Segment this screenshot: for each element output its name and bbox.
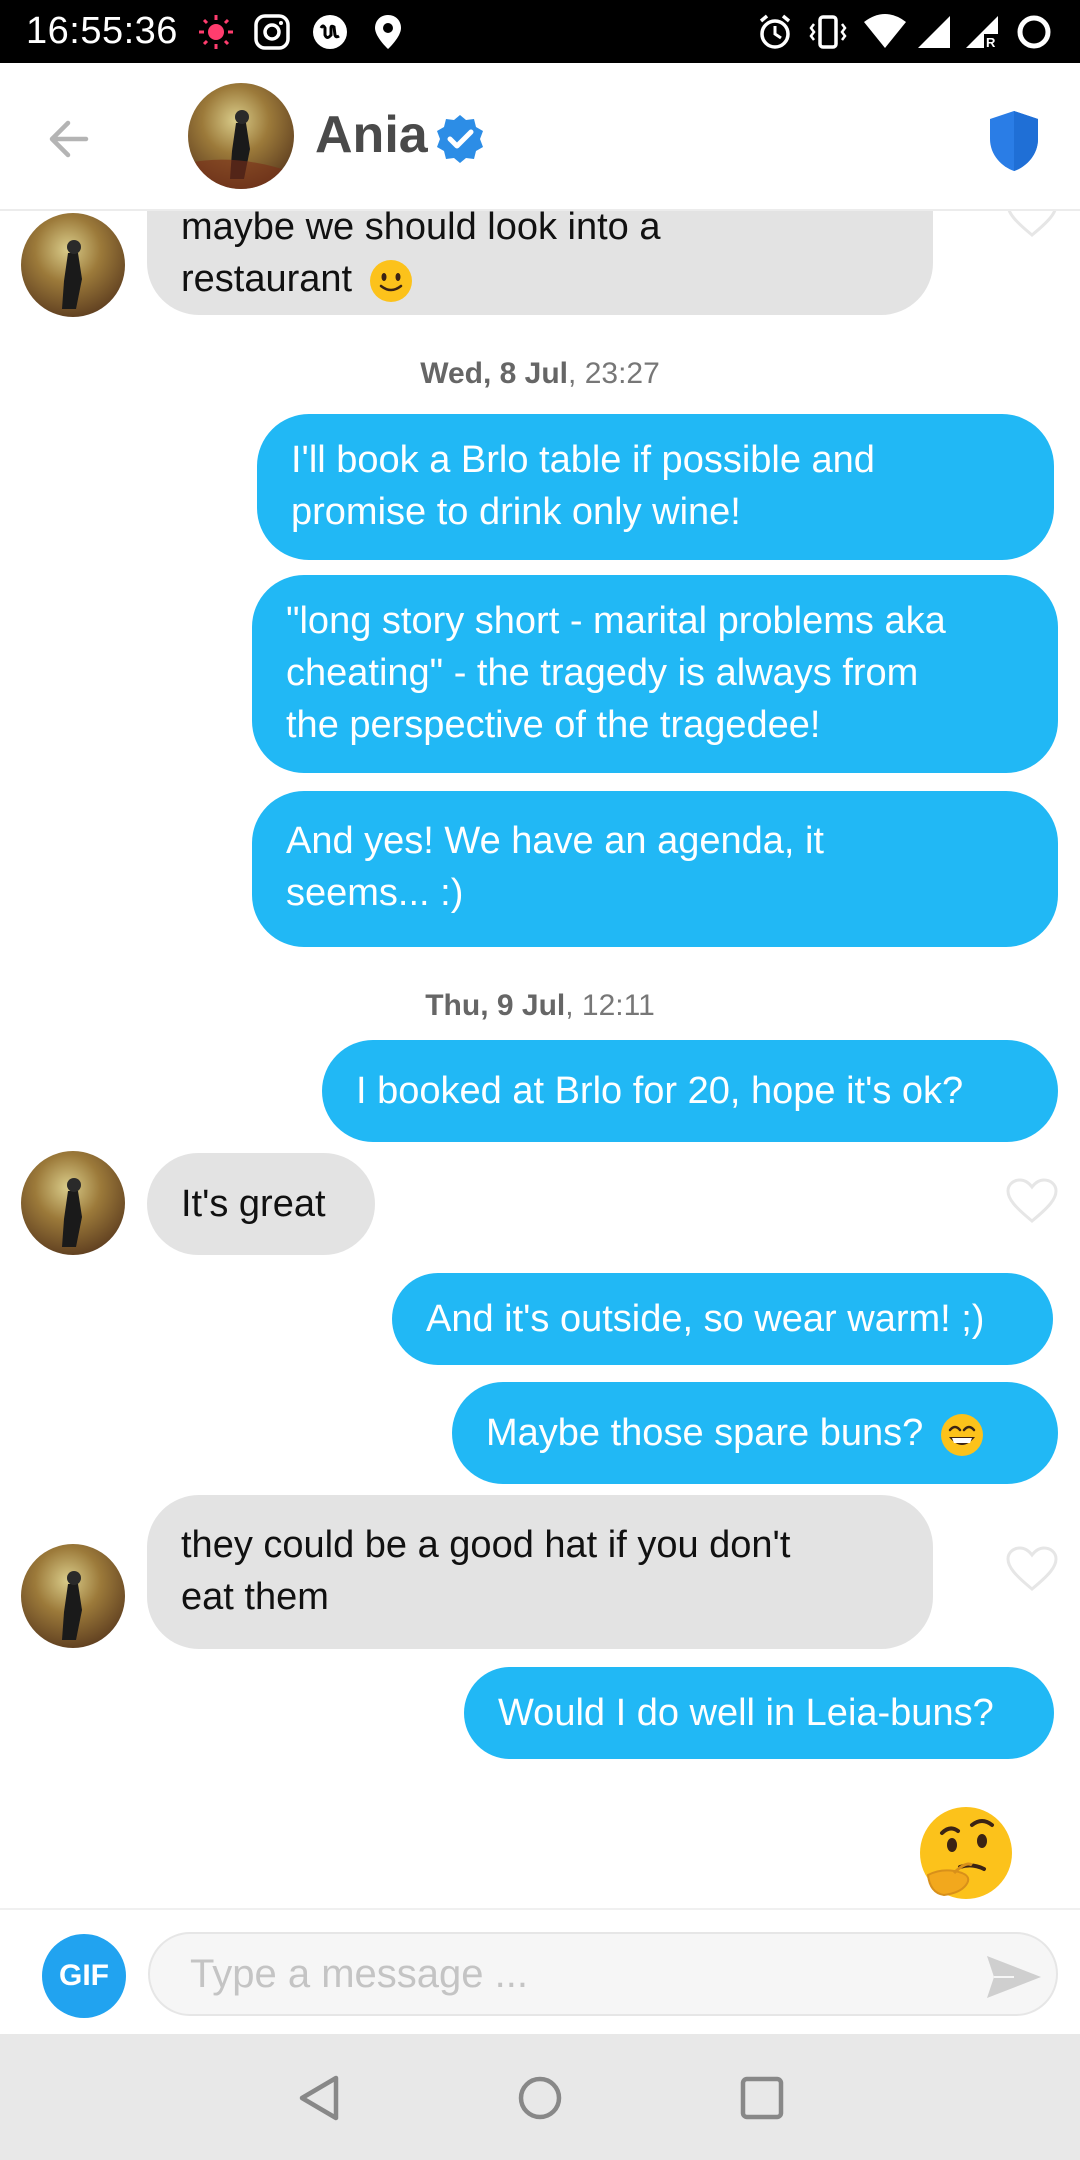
nav-recents-icon[interactable] (734, 2070, 790, 2126)
date-separator: Wed, 8 Jul, 23:27 (0, 357, 1080, 391)
message-composer: GIF (0, 1908, 1080, 2034)
message-input[interactable] (148, 1932, 1058, 2016)
message-text: And it's outside, so wear warm! ;) (426, 1298, 985, 1340)
status-bar: 16:55:36 R (0, 0, 1080, 63)
signal-roaming-icon: R (966, 16, 998, 50)
wifi-icon (864, 14, 906, 48)
contact-name[interactable]: Ania (315, 105, 428, 165)
message-text-line: the perspective of the tragedee! (286, 704, 821, 746)
safety-shield-icon[interactable] (984, 107, 1044, 175)
status-time: 16:55:36 (26, 10, 178, 52)
message-text-line: And yes! We have an agenda, it (286, 820, 824, 862)
message-text-line: "long story short - marital problems aka (286, 600, 946, 642)
message-bubble-sent[interactable]: Would I do well in Leia-buns? (464, 1667, 1054, 1759)
message-text-line: they could be a good hat if you don't (181, 1524, 791, 1566)
message-bubble-sent[interactable]: Maybe those spare buns? (452, 1382, 1058, 1484)
header-avatar[interactable] (188, 83, 294, 189)
message-bubble-received[interactable]: maybe we should look into a restaurant (147, 211, 933, 315)
vibrate-icon (809, 15, 847, 49)
verified-badge-icon (437, 115, 483, 163)
like-heart-icon[interactable] (1005, 211, 1059, 239)
message-text: Maybe those spare buns? (486, 1412, 924, 1454)
message-text-partial: maybe we should look into a (181, 211, 661, 248)
message-text-line: I'll book a Brlo table if possible and (291, 439, 875, 481)
message-bubble-sent[interactable]: "long story short - marital problems aka… (252, 575, 1058, 773)
message-text: restaurant (181, 258, 353, 300)
battery-ring-icon (1017, 15, 1051, 49)
thinking-face-icon[interactable] (914, 1803, 1018, 1907)
date-time: , 12:11 (565, 989, 655, 1022)
message-bubble-received[interactable]: It's great (147, 1153, 375, 1255)
message-text: I booked at Brlo for 20, hope it's ok? (356, 1070, 964, 1112)
message-bubble-sent[interactable]: And it's outside, so wear warm! ;) (392, 1273, 1053, 1365)
message-text-line: eat them (181, 1576, 329, 1618)
like-heart-icon[interactable] (1005, 1545, 1059, 1593)
contact-avatar[interactable] (21, 1151, 125, 1255)
message-bubble-sent[interactable]: I booked at Brlo for 20, hope it's ok? (322, 1040, 1058, 1142)
gif-button[interactable]: GIF (42, 1934, 126, 2018)
send-icon[interactable] (984, 1952, 1044, 2002)
grinning-face-with-smiling-eyes-icon (940, 1413, 983, 1456)
slightly-smiling-face-icon (369, 259, 412, 302)
date-day: Wed, 8 Jul (420, 357, 569, 390)
message-text-line: promise to drink only wine! (291, 491, 741, 533)
date-separator: Thu, 9 Jul, 12:11 (0, 989, 1080, 1023)
system-nav-bar (0, 2034, 1080, 2160)
message-text: Would I do well in Leia-buns? (498, 1692, 994, 1734)
date-day: Thu, 9 Jul (425, 989, 566, 1022)
message-text-line: cheating" - the tragedy is always from (286, 652, 919, 694)
message-bubble-received[interactable]: they could be a good hat if you don't ea… (147, 1495, 933, 1649)
location-pin-icon (375, 15, 401, 49)
message-text-line: seems... :) (286, 872, 464, 914)
message-text: It's great (181, 1183, 326, 1225)
nav-home-icon[interactable] (512, 2070, 568, 2126)
weather-sun-icon (199, 15, 233, 49)
svg-text:R: R (986, 35, 996, 50)
contact-avatar[interactable] (21, 213, 125, 317)
back-arrow-icon[interactable] (40, 107, 104, 171)
instagram-icon (254, 14, 290, 50)
message-bubble-sent[interactable]: I'll book a Brlo table if possible and p… (257, 414, 1054, 560)
app-u-icon (313, 15, 347, 49)
nav-back-icon[interactable] (292, 2070, 348, 2126)
message-list[interactable]: maybe we should look into a restaurant W… (0, 211, 1080, 1908)
alarm-icon (759, 14, 791, 49)
contact-avatar[interactable] (21, 1544, 125, 1648)
message-bubble-sent[interactable]: And yes! We have an agenda, it seems... … (252, 791, 1058, 947)
chat-header: Ania (0, 63, 1080, 211)
date-time: , 23:27 (568, 357, 660, 390)
signal-icon (918, 16, 950, 48)
like-heart-icon[interactable] (1005, 1177, 1059, 1225)
